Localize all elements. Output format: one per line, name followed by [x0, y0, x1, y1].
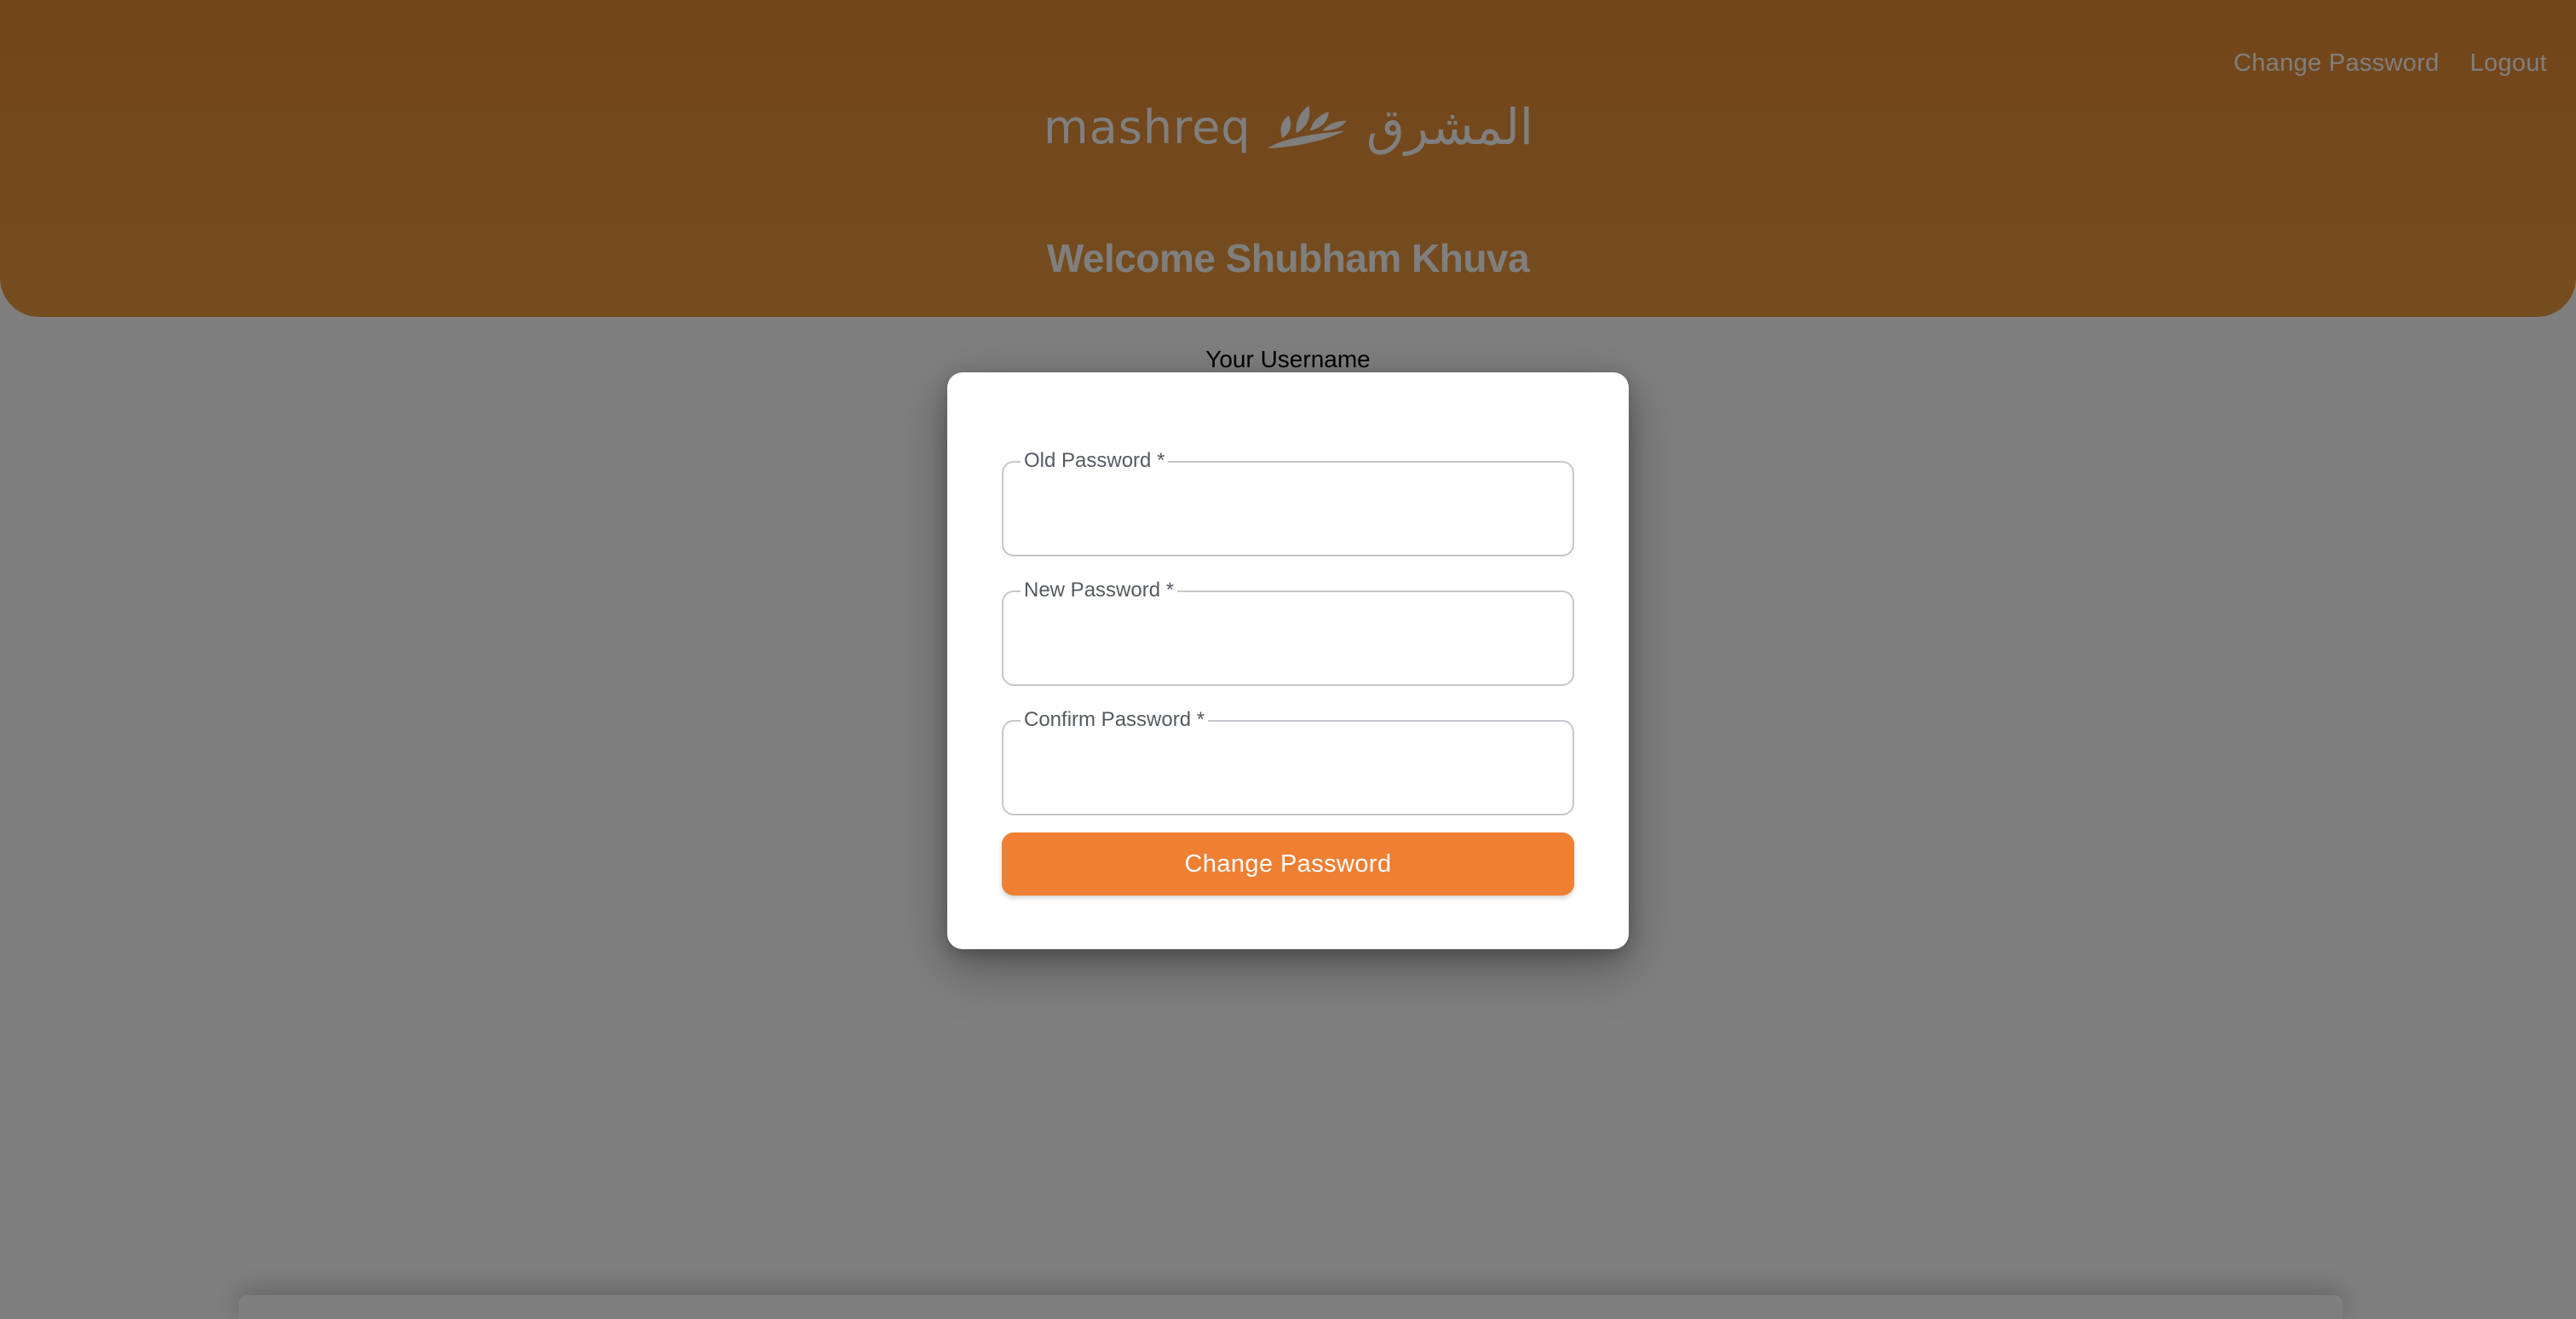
- new-password-field[interactable]: New Password *: [1002, 579, 1574, 686]
- old-password-field[interactable]: Old Password *: [1002, 450, 1574, 556]
- change-password-dialog: Old Password * New Password * Confirm Pa…: [947, 372, 1629, 949]
- new-password-label: New Password *: [1021, 579, 1178, 602]
- change-password-button[interactable]: Change Password: [1002, 832, 1574, 896]
- old-password-input[interactable]: [1024, 488, 1552, 536]
- confirm-password-label: Confirm Password *: [1021, 709, 1209, 731]
- username-label: Your Username: [1205, 346, 1371, 372]
- confirm-password-field[interactable]: Confirm Password *: [1002, 709, 1574, 815]
- old-password-label: Old Password *: [1021, 450, 1169, 472]
- confirm-password-input[interactable]: [1024, 747, 1552, 795]
- new-password-input[interactable]: [1024, 618, 1552, 665]
